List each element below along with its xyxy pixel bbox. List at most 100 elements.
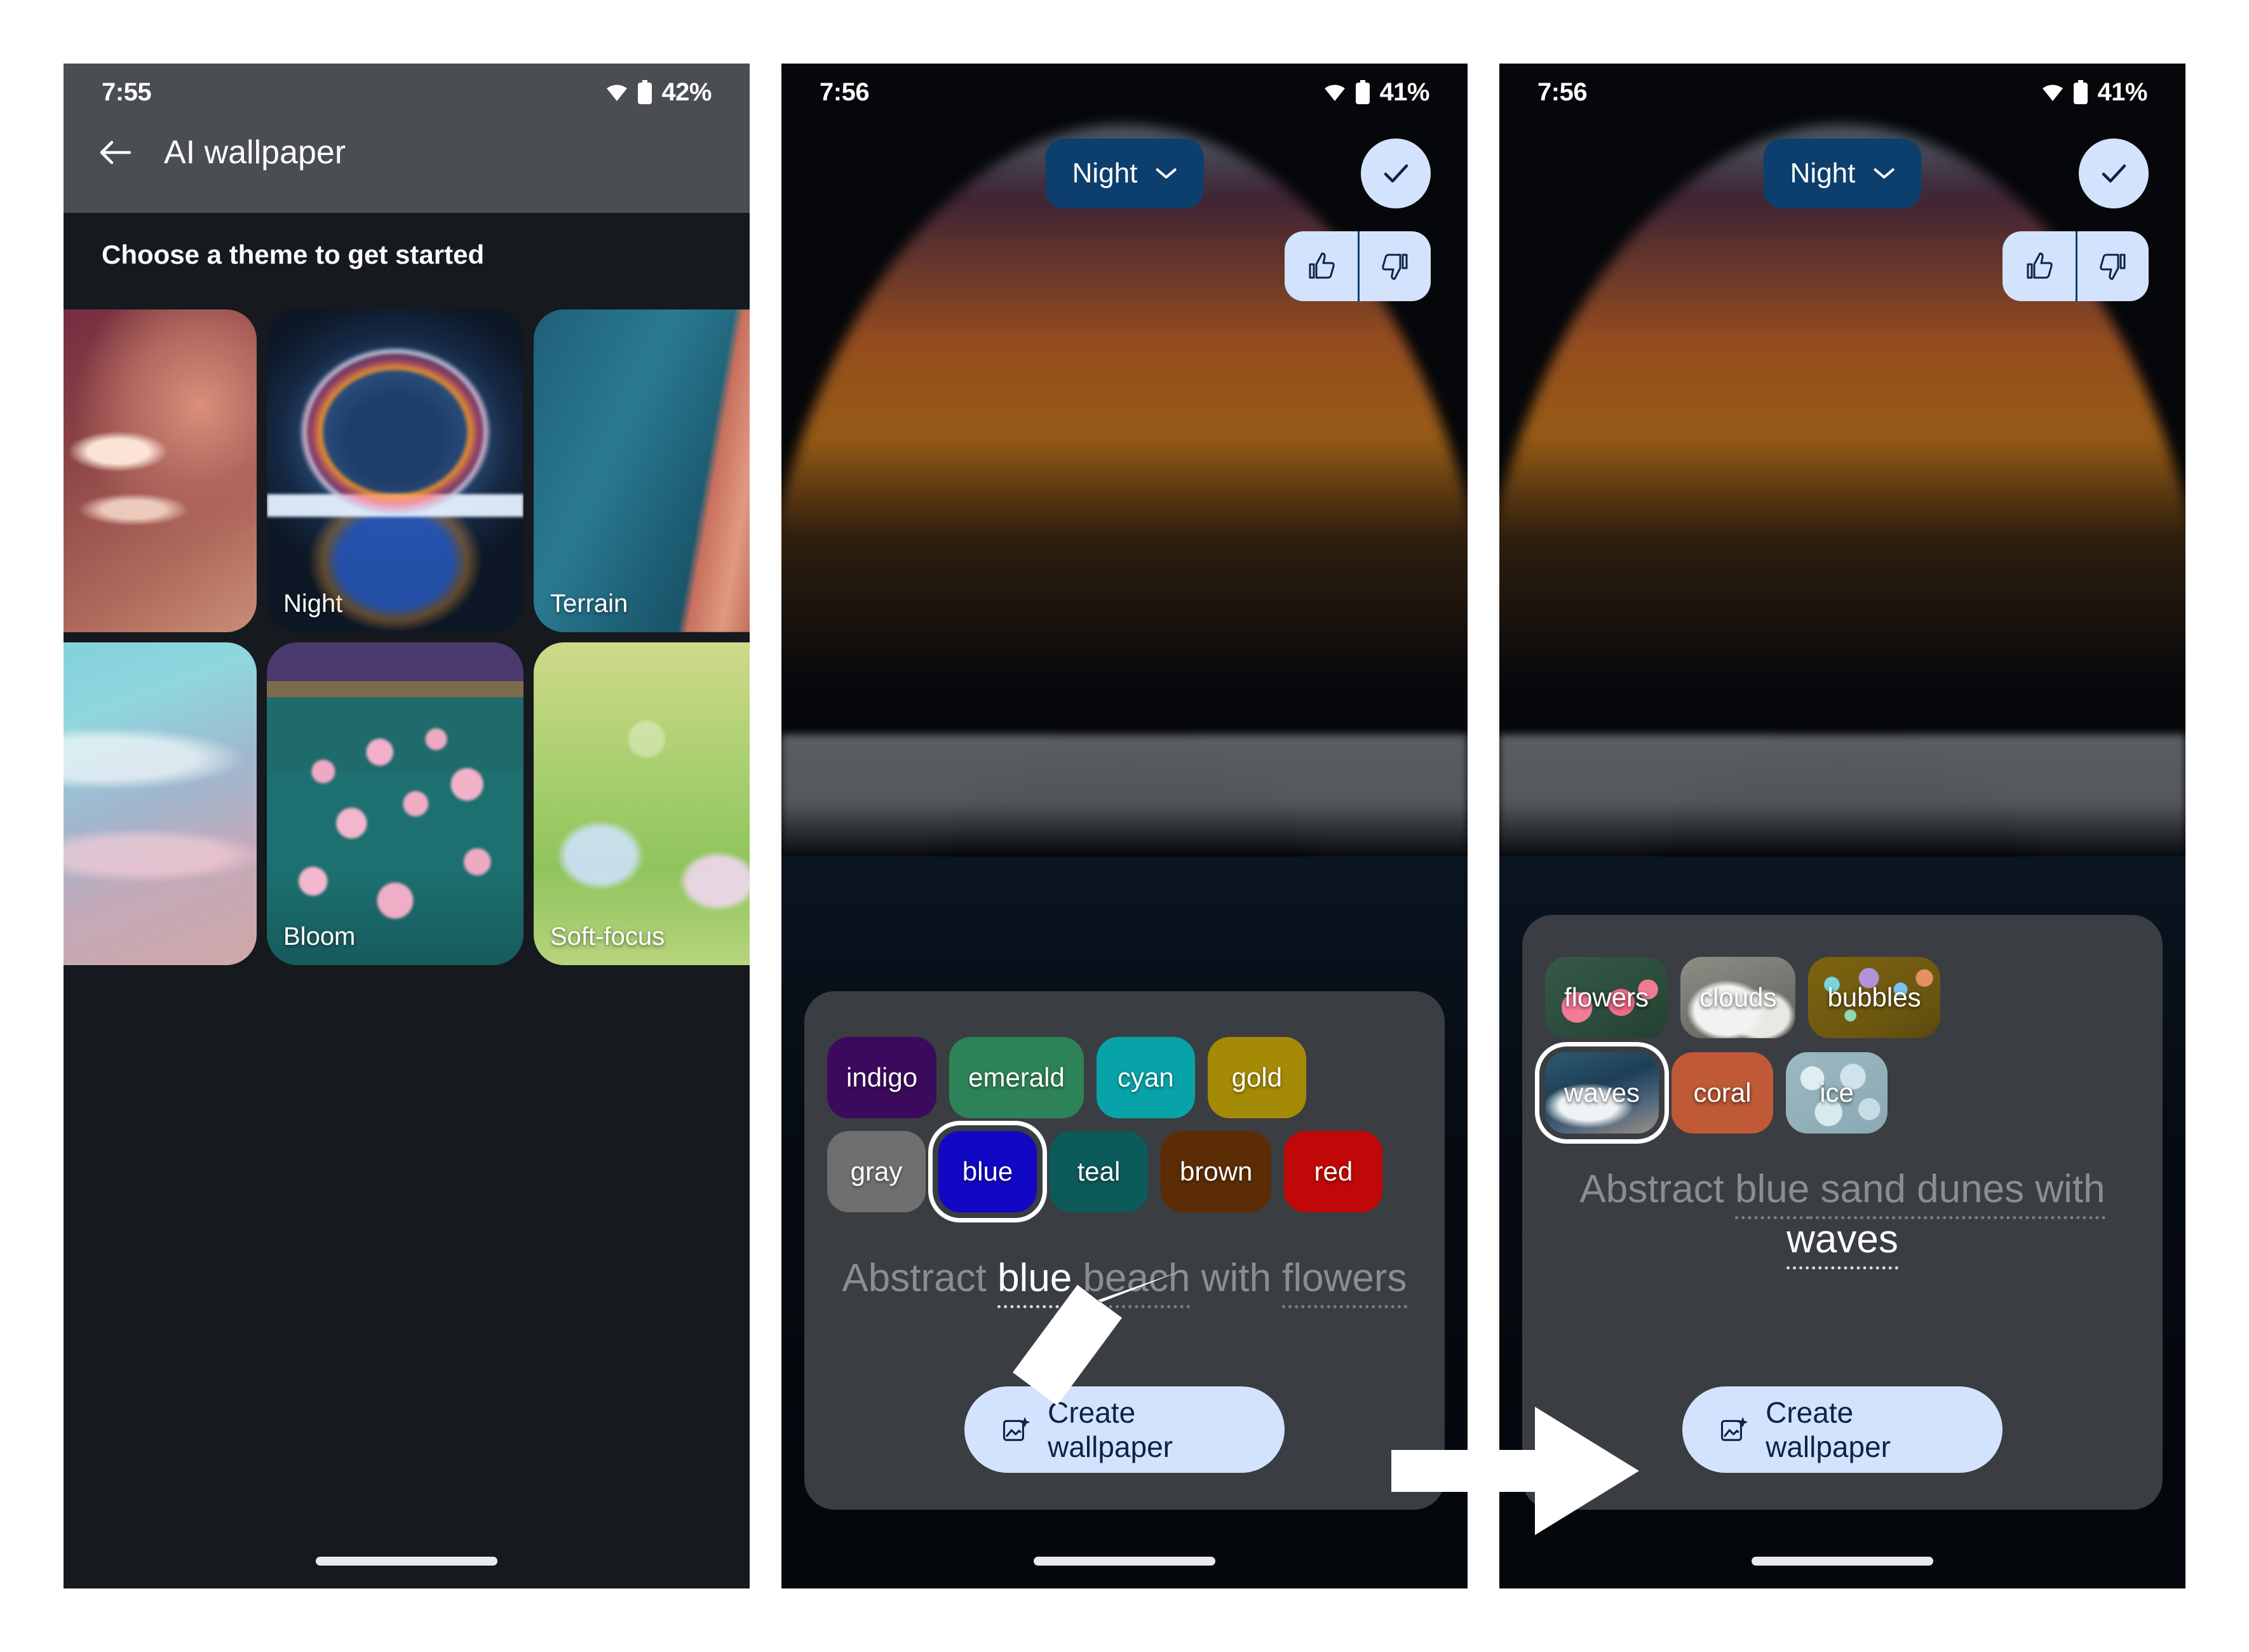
chip-label: teal [1077, 1156, 1121, 1186]
theme-label: Soft-focus [550, 923, 665, 951]
chip-label: gold [1231, 1062, 1283, 1092]
chip-label: blue [962, 1156, 1013, 1186]
color-chip-teal[interactable]: teal [1050, 1131, 1148, 1212]
prompt-text-2[interactable]: Abstract blue beach with flowers [804, 1253, 1445, 1308]
feedback-button-group [2002, 231, 2149, 301]
image-sparkle-icon [1003, 1417, 1030, 1441]
theme-selector-button[interactable]: Night [1045, 139, 1204, 208]
confirm-button[interactable] [2079, 139, 2149, 208]
chip-label: gray [850, 1156, 903, 1186]
chip-label: flowers [1564, 982, 1649, 1012]
screenshot-stage: 7:55 42% AI wallpaper Choose a theme to … [0, 0, 2249, 1652]
confirm-button[interactable] [1361, 139, 1431, 208]
color-chip-gray[interactable]: gray [827, 1131, 926, 1212]
section-label: Choose a theme to get started [102, 240, 485, 269]
prompt-part-highlight[interactable]: waves [1786, 1217, 1898, 1270]
theme-selector-button[interactable]: Night [1763, 139, 1922, 208]
color-chip-indigo[interactable]: indigo [827, 1037, 937, 1118]
phone-panel-1: 7:55 42% AI wallpaper Choose a theme to … [64, 64, 750, 1588]
chip-label: ice [1820, 1078, 1854, 1107]
theme-selector-label: Night [1790, 158, 1856, 189]
color-chip-row-2: gray blue teal brown red [804, 1131, 1445, 1212]
color-chip-blue[interactable]: blue [938, 1131, 1037, 1212]
thumb-up-icon [2027, 252, 2053, 279]
theme-tile-terrain[interactable]: Terrain [534, 309, 750, 632]
status-time: 7:56 [820, 78, 870, 106]
prompt-part-subject[interactable]: beach [1083, 1256, 1191, 1308]
create-wallpaper-button[interactable]: Create wallpaper [964, 1386, 1285, 1473]
theme-tile-night[interactable]: Night [267, 309, 523, 632]
color-chip-cyan[interactable]: cyan [1096, 1037, 1195, 1118]
check-icon [1384, 164, 1408, 183]
feedback-button-group [1285, 231, 1431, 301]
battery-percent: 41% [1379, 78, 1429, 106]
theme-label: Night [283, 590, 343, 618]
thumbs-down-button[interactable] [1358, 231, 1431, 301]
thumbs-up-button[interactable] [2002, 231, 2076, 301]
status-indicators: 41% [2041, 78, 2147, 107]
battery-icon [1356, 80, 1370, 104]
create-wallpaper-label: Create wallpaper [1048, 1396, 1173, 1463]
subject-chip-bubbles[interactable]: bubbles [1808, 957, 1940, 1038]
prompt-part: Abstract [1579, 1167, 1736, 1211]
thumb-up-icon [1309, 252, 1335, 279]
prompt-part-color[interactable]: blue [1735, 1167, 1810, 1219]
chip-label: waves [1564, 1078, 1640, 1107]
phone-panel-2: 7:56 41% Night indigo emerald cyan gold … [781, 64, 1468, 1588]
color-chip-gold[interactable]: gold [1207, 1037, 1306, 1118]
prompt-sheet-2: indigo emerald cyan gold gray blue teal … [804, 991, 1445, 1510]
prompt-part: with [1190, 1256, 1283, 1300]
prompt-part [1072, 1256, 1083, 1300]
battery-percent: 42% [661, 78, 712, 106]
image-sparkle-icon [1720, 1417, 1748, 1441]
create-wallpaper-button[interactable]: Create wallpaper [1682, 1386, 2002, 1473]
nav-home-pill[interactable] [1034, 1557, 1215, 1566]
theme-label: Terrain [550, 590, 628, 618]
create-wallpaper-label: Create wallpaper [1766, 1396, 1891, 1463]
battery-percent: 41% [2097, 78, 2147, 106]
thumb-down-icon [2100, 254, 2126, 280]
prompt-text-3[interactable]: Abstract blue sand dunes with waves [1522, 1164, 2163, 1270]
battery-icon [2074, 80, 2088, 104]
theme-grid: Night Terrain Bloom Soft-focus [64, 309, 750, 965]
chip-label: cyan [1118, 1062, 1174, 1092]
subject-chip-flowers[interactable]: flowers [1545, 957, 1668, 1038]
wifi-icon [1325, 85, 1346, 101]
chip-label: emerald [968, 1062, 1065, 1092]
page-title: AI wallpaper [164, 134, 346, 171]
color-chip-red[interactable]: red [1284, 1131, 1383, 1212]
theme-tile-bee[interactable] [64, 309, 257, 632]
color-chip-emerald[interactable]: emerald [949, 1037, 1084, 1118]
subject-chip-waves[interactable]: waves [1545, 1052, 1659, 1134]
phone-panel-3: 7:56 41% Night flowers clouds bubbles wa… [1499, 64, 2185, 1588]
prompt-part-detail[interactable]: flowers [1282, 1256, 1407, 1308]
theme-tile-bloom[interactable]: Bloom [267, 642, 523, 965]
theme-picker-body: Choose a theme to get started Night Terr… [64, 213, 750, 1588]
theme-label: Bloom [283, 923, 356, 951]
color-chip-brown[interactable]: brown [1161, 1131, 1272, 1212]
subject-chip-clouds[interactable]: clouds [1680, 957, 1795, 1038]
chip-label: red [1314, 1156, 1353, 1186]
status-indicators: 41% [1323, 78, 1429, 107]
prompt-part-highlight[interactable]: blue [997, 1256, 1072, 1308]
thumbs-up-button[interactable] [1285, 231, 1358, 301]
chevron-down-icon [1156, 168, 1177, 179]
subject-chip-row-1: flowers clouds bubbles [1522, 957, 2163, 1038]
prompt-part: Abstract [842, 1256, 998, 1300]
status-bar-2: 7:56 41% [781, 64, 1468, 121]
prompt-part-subject[interactable]: sand dunes with [1809, 1167, 2105, 1219]
chevron-down-icon [1874, 168, 1894, 179]
subject-chip-ice[interactable]: ice [1786, 1052, 1888, 1134]
thumbs-down-button[interactable] [2076, 231, 2149, 301]
thumb-down-icon [1382, 254, 1408, 280]
nav-home-pill[interactable] [1752, 1557, 1933, 1566]
chip-label: coral [1693, 1078, 1752, 1107]
subject-chip-coral[interactable]: coral [1672, 1052, 1774, 1134]
color-chip-row-1: indigo emerald cyan gold [804, 1037, 1445, 1118]
battery-icon [638, 80, 652, 104]
back-arrow-icon[interactable] [97, 135, 132, 170]
theme-tile-soft-focus[interactable]: Soft-focus [534, 642, 750, 965]
theme-tile-smoke[interactable] [64, 642, 257, 965]
check-icon [2102, 164, 2126, 183]
nav-home-pill[interactable] [316, 1557, 497, 1566]
